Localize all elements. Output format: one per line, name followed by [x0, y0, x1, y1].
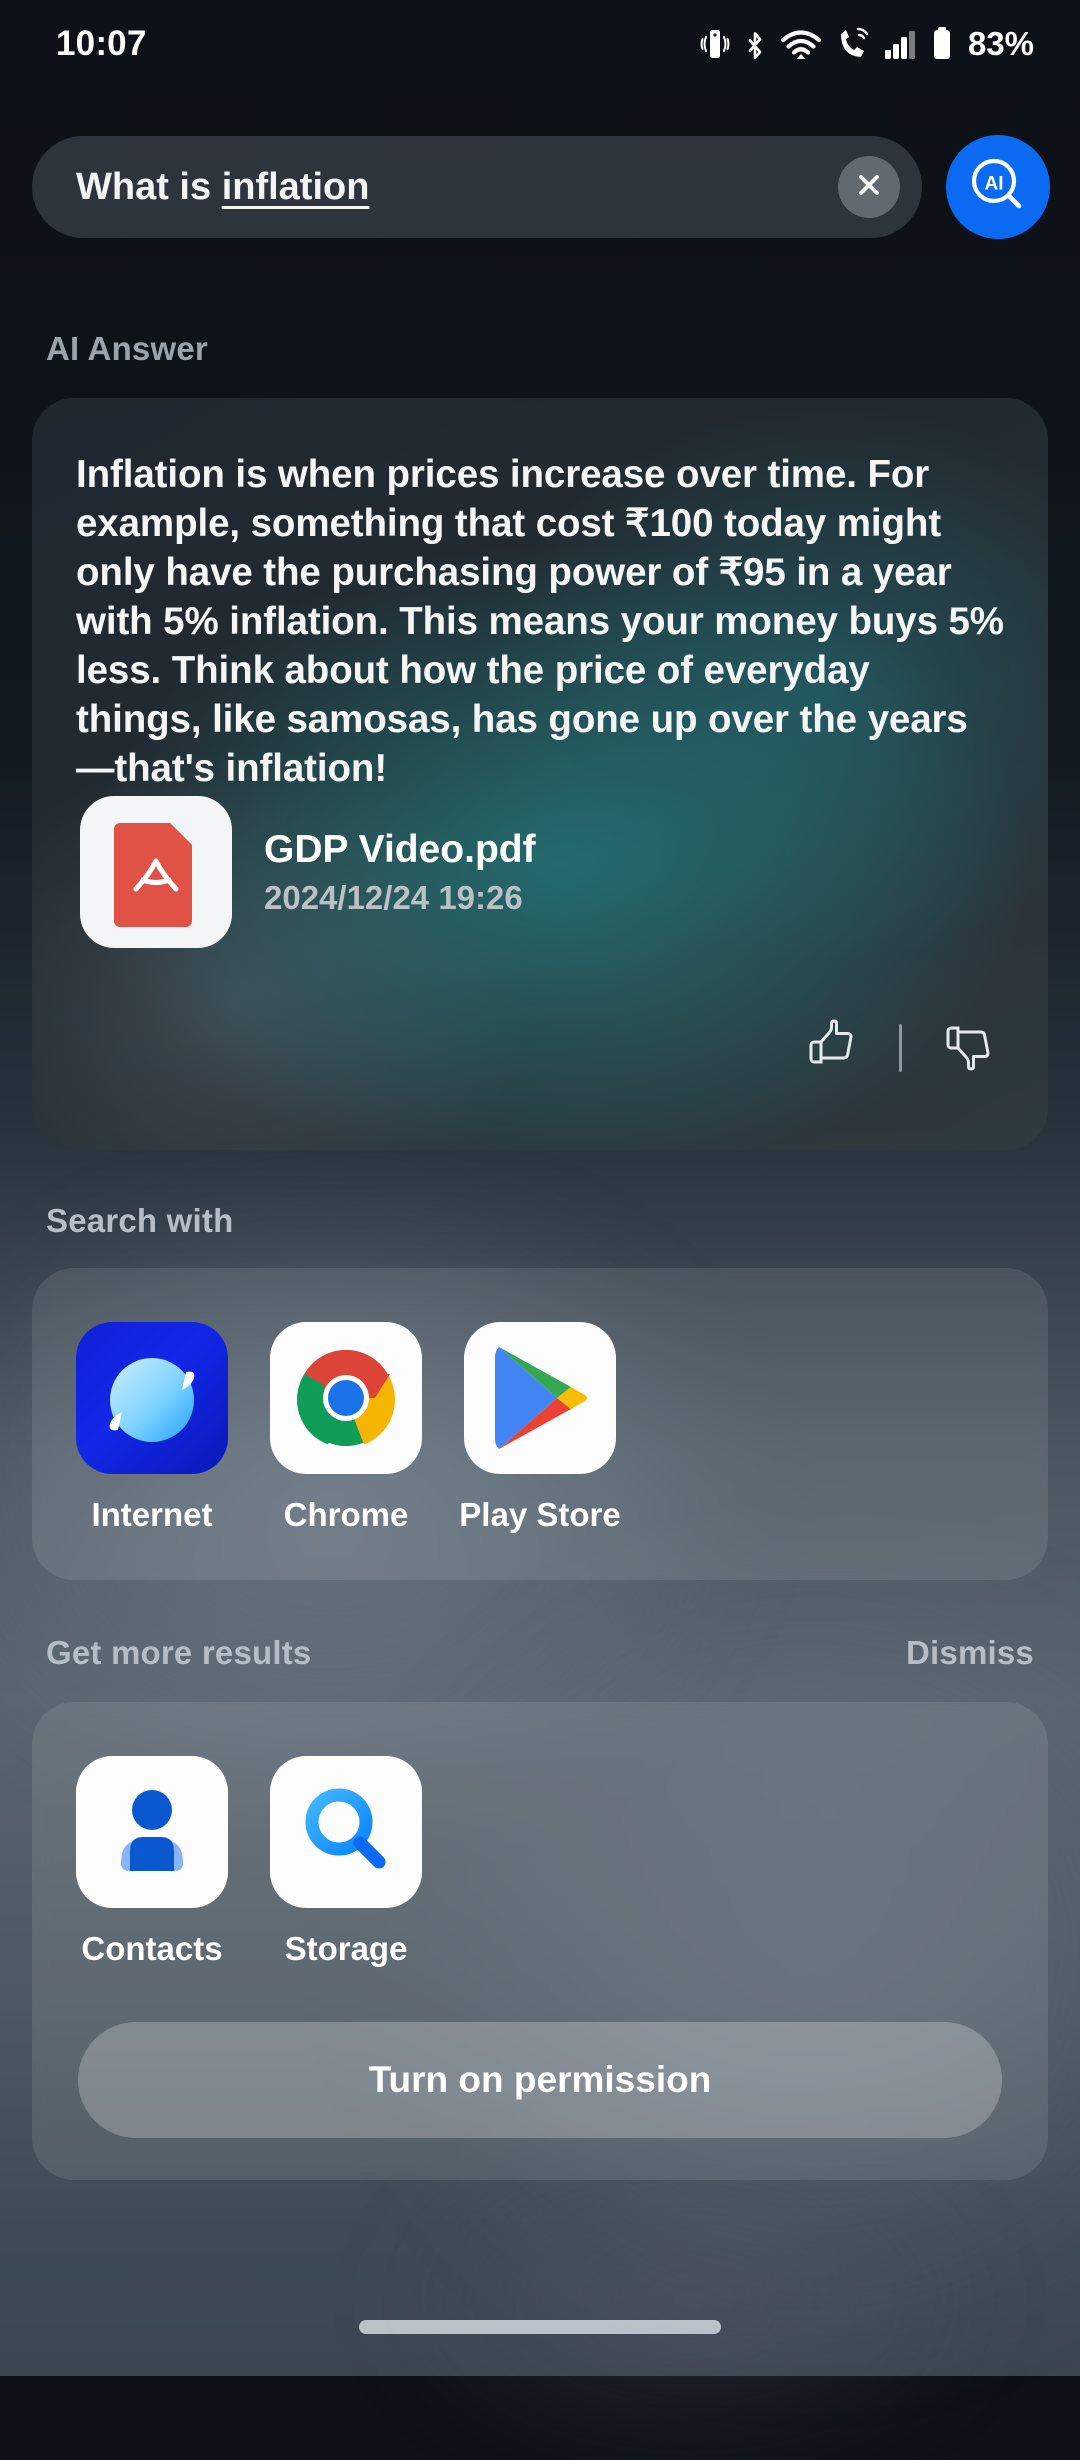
- search-with-section-label: Search with: [46, 1202, 234, 1239]
- close-icon: [854, 170, 884, 205]
- status-bar: 10:07 83%: [0, 0, 1080, 88]
- feedback-divider: [899, 1023, 902, 1072]
- signal-bars-icon: [884, 26, 918, 62]
- feedback-controls: [805, 1018, 996, 1077]
- app-label: Contacts: [81, 1930, 223, 1967]
- dismiss-button[interactable]: Dismiss: [906, 1634, 1034, 1672]
- app-item-internet[interactable]: Internet: [76, 1322, 228, 1534]
- app-item-chrome[interactable]: Chrome: [270, 1322, 422, 1534]
- ai-answer-attachment[interactable]: GDP Video.pdf 2024/12/24 19:26: [80, 796, 536, 948]
- search-query-underlined: inflation: [221, 165, 370, 208]
- app-label: Internet: [91, 1496, 213, 1533]
- ai-answer-section-label: AI Answer: [46, 330, 208, 367]
- pdf-file-icon: [80, 796, 232, 948]
- battery-percent-label: 83%: [967, 25, 1034, 62]
- storage-search-icon: [270, 1756, 422, 1908]
- status-clock: 10:07: [56, 24, 147, 63]
- svg-text:AI: AI: [985, 173, 1004, 194]
- thumbs-up-icon[interactable]: [805, 1018, 859, 1077]
- home-indicator[interactable]: [359, 2320, 721, 2334]
- get-more-results-app-grid: Contacts Storage: [76, 1756, 422, 1968]
- status-icon-tray: 83%: [700, 25, 1034, 63]
- ai-search-button[interactable]: AI: [946, 135, 1050, 239]
- ai-answer-body: Inflation is when prices increase over t…: [76, 453, 1004, 790]
- search-query-text: What is inflation: [76, 166, 838, 209]
- attachment-timestamp: 2024/12/24 19:26: [264, 878, 523, 916]
- turn-on-permission-button[interactable]: Turn on permission: [78, 2022, 1002, 2138]
- attachment-filename: GDP Video.pdf: [264, 827, 536, 871]
- app-item-contacts[interactable]: Contacts: [76, 1756, 228, 1968]
- thumbs-down-icon[interactable]: [942, 1018, 996, 1077]
- wifi-icon: [780, 26, 822, 62]
- vibrate-icon: [700, 26, 730, 62]
- search-query-prefix: What is: [76, 165, 222, 208]
- app-label: Play Store: [459, 1496, 621, 1533]
- wifi-calling-icon: [835, 26, 871, 62]
- search-results-screen: 10:07 83% What is inflation AI AI Answer…: [0, 0, 1080, 2376]
- app-item-play-store[interactable]: Play Store: [459, 1322, 621, 1534]
- contacts-icon: [76, 1756, 228, 1908]
- app-label: Chrome: [283, 1496, 409, 1533]
- ai-search-icon: AI: [965, 152, 1031, 223]
- bluetooth-icon: [743, 26, 767, 62]
- search-with-app-grid: Internet Chrome Play Store: [76, 1322, 621, 1534]
- battery-icon: [931, 26, 953, 62]
- turn-on-permission-label: Turn on permission: [368, 2059, 712, 2100]
- samsung-internet-icon: [76, 1322, 228, 1474]
- ai-answer-card[interactable]: Inflation is when prices increase over t…: [32, 398, 1048, 1150]
- attachment-meta: GDP Video.pdf 2024/12/24 19:26: [264, 828, 536, 917]
- play-store-icon: [464, 1322, 616, 1474]
- search-input[interactable]: What is inflation: [32, 136, 922, 238]
- app-label: Storage: [284, 1930, 408, 1967]
- get-more-results-section-label: Get more results: [46, 1634, 312, 1671]
- chrome-icon: [270, 1322, 422, 1474]
- app-item-storage[interactable]: Storage: [270, 1756, 422, 1968]
- search-bar-row: What is inflation AI: [32, 135, 1050, 239]
- clear-search-button[interactable]: [838, 156, 900, 218]
